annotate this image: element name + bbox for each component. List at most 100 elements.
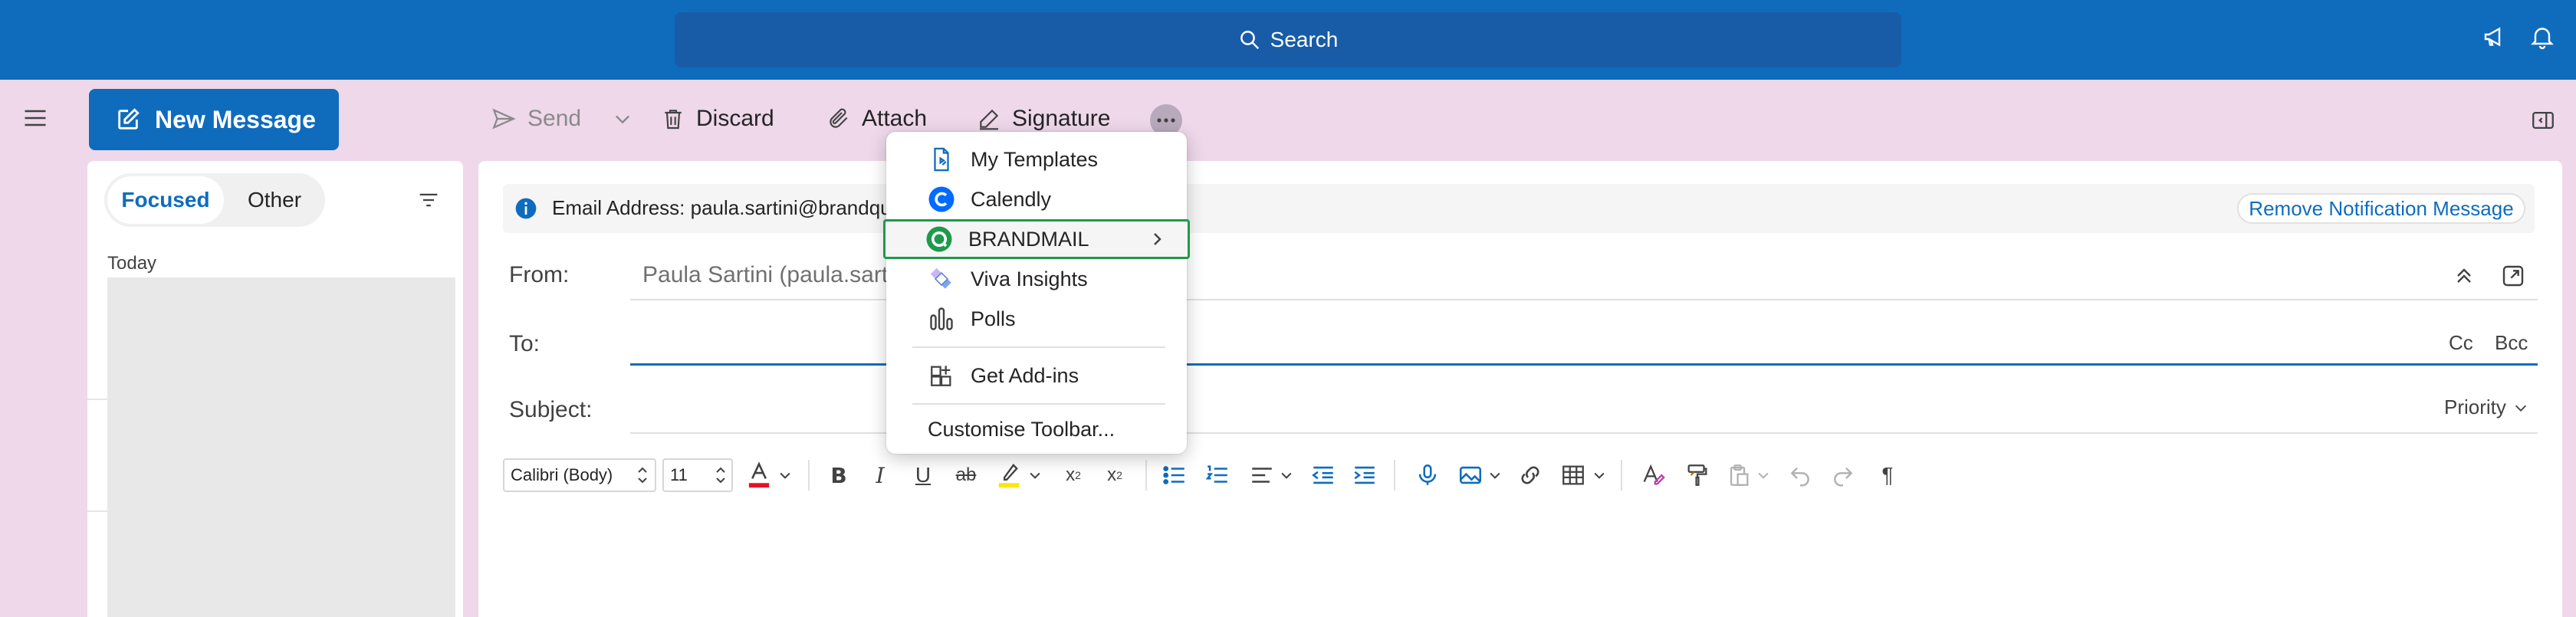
chevron-down-icon[interactable] xyxy=(1753,460,1774,491)
hamburger-menu-icon[interactable] xyxy=(21,104,49,132)
bold-icon[interactable]: B xyxy=(823,460,854,491)
attach-label: Attach xyxy=(862,106,928,131)
cc-button[interactable]: Cc xyxy=(2449,331,2473,355)
font-color-icon[interactable] xyxy=(744,460,774,491)
menu-item-label: My Templates xyxy=(971,147,1099,171)
new-message-button[interactable]: New Message xyxy=(89,89,339,150)
menu-item-calendly[interactable]: Calendly xyxy=(886,179,1187,219)
search-label: Search xyxy=(1270,28,1339,51)
dictate-microphone-icon[interactable] xyxy=(1412,460,1443,491)
brandmail-icon xyxy=(924,224,955,254)
priority-label: Priority xyxy=(2444,395,2506,418)
paperclip-icon xyxy=(830,108,848,128)
bullets-icon[interactable] xyxy=(1159,460,1190,491)
chevron-down-icon[interactable] xyxy=(774,460,796,491)
bcc-button[interactable]: Bcc xyxy=(2495,331,2528,355)
from-label: From: xyxy=(509,262,570,287)
side-pane-icon[interactable] xyxy=(2530,107,2556,133)
insert-picture-icon[interactable] xyxy=(1455,460,1486,491)
menu-item-label: Calendly xyxy=(971,187,1052,211)
add-ins-icon xyxy=(926,360,957,391)
align-icon[interactable] xyxy=(1247,460,1277,491)
stepper-icon xyxy=(638,467,647,484)
filter-icon[interactable] xyxy=(416,187,442,213)
toolbar-separator xyxy=(1621,460,1622,491)
trash-icon xyxy=(665,110,682,130)
calendly-icon xyxy=(926,184,957,215)
viva-insights-icon xyxy=(926,264,957,294)
remove-notification-button[interactable]: Remove Notification Message xyxy=(2237,193,2525,224)
collapse-icon[interactable] xyxy=(2452,264,2476,288)
list-divider xyxy=(87,399,107,400)
toolbar-separator xyxy=(808,460,810,491)
numbering-icon[interactable] xyxy=(1202,460,1233,491)
menu-item-label: Customise Toolbar... xyxy=(928,417,1116,441)
menu-item-viva-insights[interactable]: Viva Insights xyxy=(886,259,1187,299)
discard-label: Discard xyxy=(696,106,774,131)
clear-formatting-icon[interactable] xyxy=(1638,460,1668,491)
highlight-icon[interactable] xyxy=(994,460,1024,491)
from-field[interactable]: Paula Sartini (paula.sart xyxy=(642,262,888,288)
send-label: Send xyxy=(527,106,582,131)
show-formatting-marks-icon[interactable]: ¶ xyxy=(1872,460,1903,491)
chevron-down-icon xyxy=(2515,405,2526,412)
superscript-icon[interactable]: x2 xyxy=(1058,460,1089,491)
new-message-label: New Message xyxy=(155,105,316,133)
chevron-down-icon[interactable] xyxy=(612,108,633,130)
stepper-icon xyxy=(716,467,725,484)
bell-icon[interactable] xyxy=(2528,23,2556,51)
chevron-down-icon[interactable] xyxy=(1276,460,1297,491)
table-icon[interactable] xyxy=(1558,460,1589,491)
menu-item-brandmail[interactable]: BRANDMAIL xyxy=(883,219,1190,259)
tab-other[interactable]: Other xyxy=(227,176,322,224)
discard-button[interactable]: Discard xyxy=(661,100,774,138)
menu-item-label: Viva Insights xyxy=(971,267,1088,290)
redo-icon[interactable] xyxy=(1828,460,1858,491)
group-header-today: Today xyxy=(107,253,157,274)
tab-focused[interactable]: Focused xyxy=(107,176,224,224)
message-list-placeholder xyxy=(107,277,455,617)
search-icon xyxy=(1240,31,1259,50)
ellipsis-icon xyxy=(1157,118,1175,123)
menu-item-label: BRANDMAIL xyxy=(968,227,1089,251)
italic-icon[interactable]: I xyxy=(865,460,895,491)
to-label: To: xyxy=(509,331,540,356)
undo-icon[interactable] xyxy=(1785,460,1815,491)
notification-text: Email Address: paula.sartini@brandqua xyxy=(552,196,903,219)
font-size-value: 11 xyxy=(670,465,688,484)
signature-label: Signature xyxy=(1012,106,1111,131)
strikethrough-icon[interactable]: ab xyxy=(951,460,981,491)
toolbar-separator xyxy=(1394,460,1395,491)
font-family-value: Calibri (Body) xyxy=(511,465,613,484)
megaphone-icon[interactable] xyxy=(2481,23,2509,51)
menu-item-customise-toolbar[interactable]: Customise Toolbar... xyxy=(886,409,1187,449)
chevron-down-icon[interactable] xyxy=(1024,460,1046,491)
chevron-down-icon[interactable] xyxy=(1484,460,1506,491)
search-box[interactable]: Search xyxy=(675,12,1901,67)
send-button[interactable]: Send xyxy=(491,100,633,138)
menu-item-label: Get Add-ins xyxy=(971,363,1079,387)
chevron-down-icon[interactable] xyxy=(1589,460,1610,491)
priority-dropdown[interactable]: Priority xyxy=(2444,395,2529,419)
paste-icon[interactable] xyxy=(1723,460,1754,491)
pen-icon xyxy=(980,109,999,130)
list-divider xyxy=(87,510,107,512)
templates-icon xyxy=(926,144,957,175)
format-painter-icon[interactable] xyxy=(1682,460,1713,491)
font-size-select[interactable]: 11 xyxy=(662,458,733,492)
menu-item-get-add-ins[interactable]: Get Add-ins xyxy=(886,356,1187,395)
increase-indent-icon[interactable] xyxy=(1349,460,1380,491)
menu-item-my-templates[interactable]: My Templates xyxy=(886,139,1187,179)
menu-item-polls[interactable]: Polls xyxy=(886,299,1187,339)
menu-separator xyxy=(912,403,1165,405)
compose-icon xyxy=(118,108,140,130)
menu-item-label: Polls xyxy=(971,307,1016,330)
menu-separator xyxy=(912,346,1165,348)
link-icon[interactable] xyxy=(1515,460,1546,491)
decrease-indent-icon[interactable] xyxy=(1308,460,1339,491)
send-icon xyxy=(492,108,516,130)
pop-out-icon[interactable] xyxy=(2501,264,2525,288)
underline-icon[interactable]: U xyxy=(908,460,938,491)
font-family-select[interactable]: Calibri (Body) xyxy=(503,458,656,492)
subscript-icon[interactable]: x2 xyxy=(1099,460,1130,491)
